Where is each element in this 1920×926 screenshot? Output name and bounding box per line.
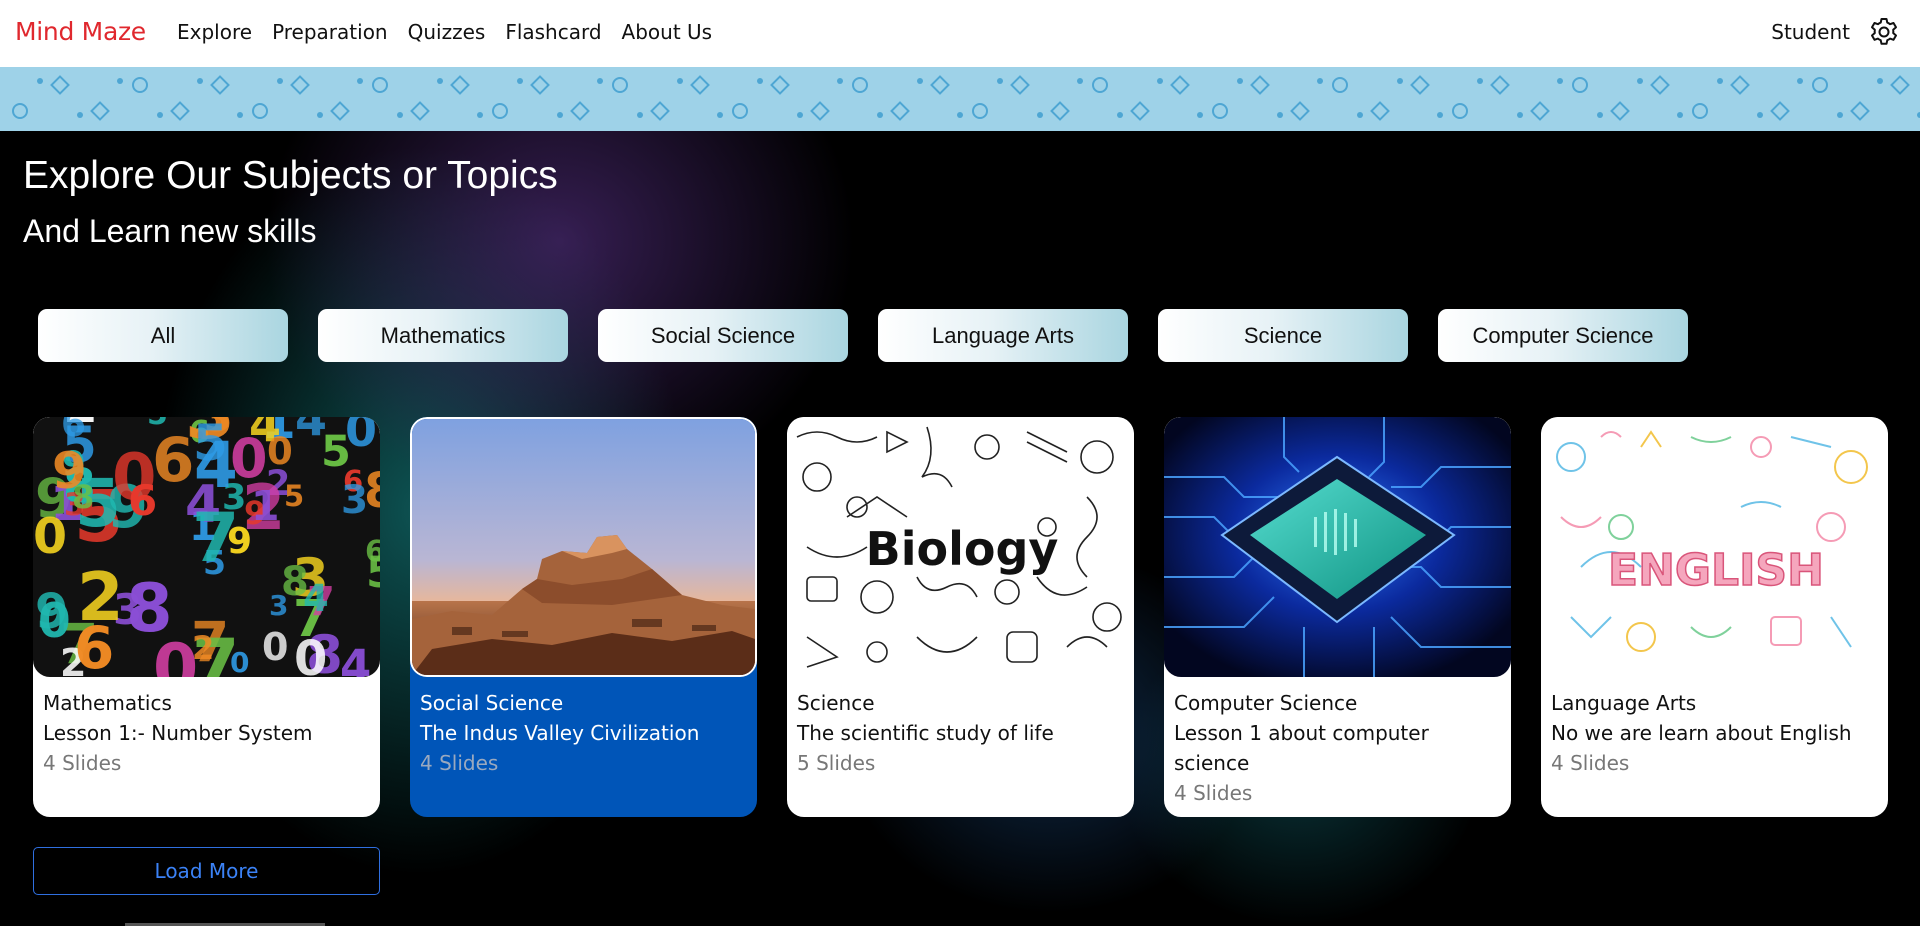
page-subtitle: And Learn new skills xyxy=(23,213,317,249)
topic-card-mathematics[interactable]: 5719523226818399760130498646783710635550… xyxy=(33,417,380,817)
card-image-numbers: 5719523226818399760130498646783710635550… xyxy=(33,417,380,677)
decorative-pattern-banner xyxy=(0,67,1920,131)
svg-text:8: 8 xyxy=(72,478,94,516)
svg-text:4: 4 xyxy=(303,577,329,620)
svg-text:4: 4 xyxy=(340,640,371,677)
nav-links: Explore Preparation Quizzes Flashcard Ab… xyxy=(177,20,732,44)
card-subject: Computer Science xyxy=(1174,691,1358,715)
card-subject: Social Science xyxy=(420,691,564,715)
card-slide-count: 4 Slides xyxy=(1174,781,1253,805)
svg-text:0: 0 xyxy=(267,430,293,473)
filter-social-science[interactable]: Social Science xyxy=(598,309,848,362)
svg-text:5: 5 xyxy=(284,479,304,513)
svg-text:0: 0 xyxy=(294,631,327,677)
load-more-button[interactable]: Load More xyxy=(33,847,380,895)
card-body: Mathematics Lesson 1:- Number System 4 S… xyxy=(33,677,380,778)
svg-text:7: 7 xyxy=(192,499,239,578)
nav-explore[interactable]: Explore xyxy=(177,20,252,44)
card-slide-count: 4 Slides xyxy=(1551,751,1630,775)
svg-text:0: 0 xyxy=(33,508,67,565)
english-image-text: ENGLISH xyxy=(1608,545,1824,596)
svg-text:0: 0 xyxy=(345,417,377,457)
card-slide-count: 4 Slides xyxy=(420,751,499,775)
topic-card-science[interactable]: Biology Science The scientific study of … xyxy=(787,417,1134,817)
svg-text:6: 6 xyxy=(152,425,194,496)
main-content: Explore Our Subjects or Topics And Learn… xyxy=(0,131,1920,926)
card-body: Social Science The Indus Valley Civiliza… xyxy=(410,677,757,778)
card-title: Lesson 1:- Number System xyxy=(43,721,313,745)
page-title: Explore Our Subjects or Topics xyxy=(23,154,558,197)
nav-flashcard[interactable]: Flashcard xyxy=(505,20,601,44)
nav-user-area: Student xyxy=(1771,16,1900,48)
filter-all[interactable]: All xyxy=(38,309,288,362)
svg-text:0: 0 xyxy=(38,594,71,649)
top-navbar: Mind Maze Explore Preparation Quizzes Fl… xyxy=(0,0,1920,67)
nav-quizzes[interactable]: Quizzes xyxy=(408,20,486,44)
biology-image-text: Biology xyxy=(866,522,1059,576)
svg-text:3: 3 xyxy=(341,478,368,523)
card-body: Language Arts No we are learn about Engl… xyxy=(1541,677,1888,778)
card-body: Science The scientific study of life 5 S… xyxy=(787,677,1134,778)
nav-about-us[interactable]: About Us xyxy=(622,20,713,44)
card-subject: Language Arts xyxy=(1551,691,1697,715)
subject-filters: All Mathematics Social Science Language … xyxy=(38,309,1718,362)
card-image-circuit-chip xyxy=(1164,417,1511,677)
svg-text:5: 5 xyxy=(366,548,380,598)
gear-icon[interactable] xyxy=(1868,16,1900,48)
filter-mathematics[interactable]: Mathematics xyxy=(318,309,568,362)
svg-text:1: 1 xyxy=(251,482,280,530)
card-image-biology: Biology xyxy=(787,417,1134,677)
card-slide-count: 5 Slides xyxy=(797,751,876,775)
svg-text:3: 3 xyxy=(269,589,288,622)
card-title: The scientific study of life xyxy=(797,721,1054,745)
filter-science[interactable]: Science xyxy=(1158,309,1408,362)
topic-cards: 5719523226818399760130498646783710635550… xyxy=(33,417,1918,817)
card-body: Computer Science Lesson 1 about computer… xyxy=(1164,677,1511,808)
svg-text:4: 4 xyxy=(194,429,238,502)
svg-text:4: 4 xyxy=(295,417,327,446)
card-title: Lesson 1 about computer science xyxy=(1174,721,1429,775)
card-title: No we are learn about English xyxy=(1551,721,1852,745)
card-subject: Mathematics xyxy=(43,691,172,715)
card-subject: Science xyxy=(797,691,875,715)
svg-text:0: 0 xyxy=(262,625,288,669)
topic-card-social-science[interactable]: Social Science The Indus Valley Civiliza… xyxy=(410,417,757,817)
nav-preparation[interactable]: Preparation xyxy=(272,20,388,44)
filter-language-arts[interactable]: Language Arts xyxy=(878,309,1128,362)
brand-logo[interactable]: Mind Maze xyxy=(15,17,146,46)
svg-text:2: 2 xyxy=(77,558,124,636)
user-role-label[interactable]: Student xyxy=(1771,20,1850,44)
card-image-english-doodles: ENGLISH xyxy=(1541,417,1888,677)
topic-card-computer-science[interactable]: Computer Science Lesson 1 about computer… xyxy=(1164,417,1511,817)
svg-text:7: 7 xyxy=(91,417,137,433)
card-slide-count: 4 Slides xyxy=(43,751,122,775)
svg-text:0: 0 xyxy=(230,646,249,677)
card-title: The Indus Valley Civilization xyxy=(420,721,700,745)
topic-card-language-arts[interactable]: ENGLISH Language Arts No we are learn ab… xyxy=(1541,417,1888,817)
svg-text:2: 2 xyxy=(192,629,214,667)
svg-text:6: 6 xyxy=(128,476,157,525)
filter-computer-science[interactable]: Computer Science xyxy=(1438,309,1688,362)
card-image-ruins xyxy=(410,417,757,677)
